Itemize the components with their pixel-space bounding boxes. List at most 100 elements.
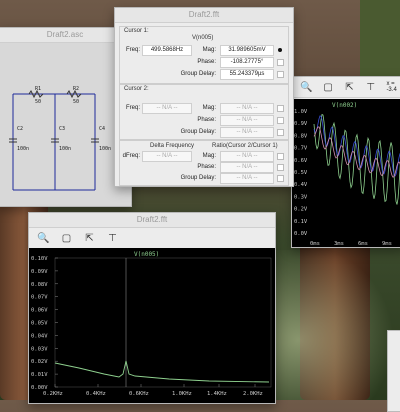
fft-trace	[54, 360, 270, 383]
y-tick-label: 0.4V	[294, 182, 308, 188]
zoom-fit-icon[interactable]: ⇱	[344, 81, 355, 94]
cursor2-phase-field[interactable]: -- N/A --	[220, 115, 274, 126]
cursor2-phase-label: Phase:	[197, 117, 216, 123]
y-tick-label: 0.2V	[294, 207, 308, 213]
cursor2-phase-checkbox[interactable]	[277, 117, 284, 124]
x-tick-label: 1.0KHz	[172, 391, 192, 397]
zoom-full-icon[interactable]: ▢	[60, 232, 73, 245]
y-tick-label: 0.3V	[294, 194, 308, 200]
zoom-icon[interactable]: 🔍	[37, 232, 50, 245]
waveform-window[interactable]: 🔍 ▢ ⇱ ⊤ x = -3.4 V(n002) 1.0V 0.9V 0.8V 0.7…	[291, 76, 400, 248]
r1-label: R1	[35, 86, 41, 92]
dfreq-field[interactable]: -- N/A --	[142, 151, 192, 162]
cursor1-mag-field[interactable]: 31.989605mV	[220, 45, 274, 56]
zoom-icon[interactable]: 🔍	[300, 81, 312, 94]
y-tick-label: 0.03V	[31, 346, 48, 352]
y-tick-label: 0.1V	[294, 219, 308, 225]
zoom-full-icon[interactable]: ▢	[322, 81, 333, 94]
waveform-svg: V(n002) 1.0V 0.9V 0.8V 0.7V 0.6V 0.5V 0.4V 0.3V…	[294, 102, 400, 247]
fft-toolbar: 🔍 ▢ ⇱ ⊤	[29, 228, 275, 249]
x-tick-label: 2.0KHz	[243, 391, 263, 397]
cursor2-section: Cursor 2: Freq: -- N/A -- Mag: -- N/A --…	[119, 84, 289, 140]
cursor1-gd-label: Group Delay:	[180, 71, 216, 77]
y-tick-label: 0.06V	[31, 308, 48, 314]
y-tick-label: 1.0V	[294, 109, 308, 115]
c3-label: C3	[59, 126, 65, 132]
cursor1-mag-label: Mag:	[202, 47, 216, 53]
ratio-phase-field[interactable]: -- N/A --	[220, 162, 274, 173]
cursor1-phase-label: Phase:	[197, 59, 216, 65]
cursor2-title: Cursor 2:	[124, 86, 149, 92]
probe-icon[interactable]: ⊤	[106, 232, 119, 245]
cursor1-gd-field[interactable]: 55.243379µs	[220, 69, 274, 80]
y-tick-label: 0.8V	[294, 133, 308, 139]
cursor-window[interactable]: Draft2.fft Cursor 1: V(n005) Freq: 499.5…	[114, 7, 294, 187]
c4-label: C4	[99, 126, 105, 132]
x-tick-label: 1.4KHz	[207, 391, 227, 397]
schematic-window[interactable]: Draft2.asc R1 50 R2 50 C2 100n C3 100n C…	[0, 27, 132, 207]
cursor1-radio-icon[interactable]	[278, 48, 282, 52]
y-tick-label: 0.05V	[31, 321, 48, 327]
cursor2-gd-label: Group Delay:	[180, 129, 216, 135]
y-tick-label: 0.09V	[31, 269, 48, 275]
schematic-title: Draft2.asc	[0, 28, 131, 43]
y-tick-label: 0.08V	[31, 282, 48, 288]
cursor1-freq-label: Freq:	[125, 47, 140, 53]
cursor2-gd-checkbox[interactable]	[277, 129, 284, 136]
ratio-gd-field[interactable]: -- N/A --	[220, 173, 274, 184]
dfreq-label: dFreq:	[122, 153, 140, 159]
ratio-mag-checkbox[interactable]	[277, 153, 284, 160]
cursor2-freq-label: Freq:	[125, 105, 140, 111]
c4-value: 100n	[99, 146, 111, 152]
x-tick-label: 0ms	[310, 241, 320, 247]
cursor1-section: Cursor 1: V(n005) Freq: 499.5868Hz Mag: …	[119, 26, 289, 84]
fft-svg: V(n005) 0.10V 0.09V 0.08V 0.07V 0.06V 0.05V 0.…	[31, 251, 272, 397]
cursor-window-title: Draft2.fft	[115, 8, 293, 23]
probe-icon[interactable]: ⊤	[365, 81, 376, 94]
delta-section: Delta Frequency Ratio(Cursor 2/Cursor 1)…	[119, 140, 289, 186]
x-tick-label: 6ms	[358, 241, 368, 247]
r1-value: 50	[35, 99, 41, 105]
y-tick-label: 0.9V	[294, 121, 308, 127]
ratio-phase-label: Phase:	[197, 164, 216, 170]
x-tick-label: 0.2KHz	[43, 391, 63, 397]
cursor2-mag-checkbox[interactable]	[277, 105, 284, 112]
cursor1-freq-field[interactable]: 499.5868Hz	[142, 45, 192, 56]
zoom-fit-icon[interactable]: ⇱	[83, 232, 96, 245]
cursor2-freq-field[interactable]: -- N/A --	[142, 103, 192, 114]
fft-plot-frame	[54, 257, 272, 388]
cursor2-mag-field[interactable]: -- N/A --	[220, 103, 274, 114]
c3-value: 100n	[59, 146, 71, 152]
y-tick-label: 0.10V	[31, 256, 48, 262]
y-tick-label: 0.5V	[294, 170, 308, 176]
x-tick-label: 0.6KHz	[129, 391, 149, 397]
cursor1-phase-checkbox[interactable]	[277, 59, 284, 66]
r2-value: 50	[73, 99, 79, 105]
waveform-plot-area[interactable]: V(n002) 1.0V 0.9V 0.8V 0.7V 0.6V 0.5V 0.4V 0.3V…	[292, 99, 400, 247]
cursor1-trace: V(n005)	[192, 35, 214, 41]
x-tick-label: 9ms	[382, 241, 392, 247]
ratio-gd-checkbox[interactable]	[277, 175, 284, 182]
ratio-title: Ratio(Cursor 2/Cursor 1)	[212, 143, 278, 149]
cursor1-title: Cursor 1:	[124, 28, 149, 34]
r2-label: R2	[73, 86, 79, 92]
cursor-readout: x = -3.4	[386, 81, 397, 93]
fft-window[interactable]: Draft2.fft 🔍 ▢ ⇱ ⊤ V(n005) 0.10V 0.09V 0.0…	[28, 212, 276, 404]
cursor2-gd-field[interactable]: -- N/A --	[220, 127, 274, 138]
ratio-mag-field[interactable]: -- N/A --	[220, 151, 274, 162]
x-tick-label: 0.4KHz	[86, 391, 106, 397]
x-tick-label: 3ms	[334, 241, 344, 247]
fft-trace-label: V(n005)	[134, 251, 159, 258]
cursor1-gd-checkbox[interactable]	[277, 71, 284, 78]
cursor2-mag-label: Mag:	[202, 105, 216, 111]
ratio-gd-label: Group Delay:	[180, 175, 216, 181]
ratio-phase-checkbox[interactable]	[277, 164, 284, 171]
y-tick-label: 0.02V	[31, 359, 48, 365]
schematic-canvas[interactable]: R1 50 R2 50 C2 100n C3 100n C4 100n	[0, 43, 131, 206]
schematic-drawing: R1 50 R2 50 C2 100n C3 100n C4 100n	[9, 86, 111, 191]
fft-window-title: Draft2.fft	[29, 213, 275, 228]
fft-plot-area[interactable]: V(n005) 0.10V 0.09V 0.08V 0.07V 0.06V 0.05V 0.…	[29, 248, 275, 403]
y-tick-label: 0.04V	[31, 333, 48, 339]
cursor1-phase-field[interactable]: -108.27775°	[220, 57, 274, 68]
c2-value: 100n	[17, 146, 29, 152]
